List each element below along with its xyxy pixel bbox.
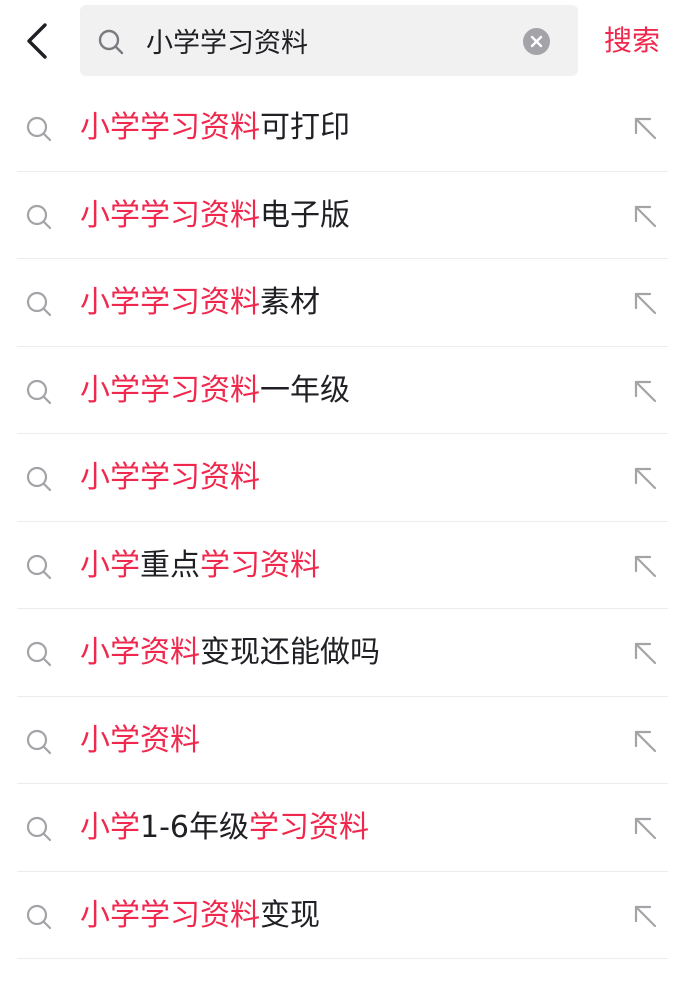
search-input[interactable] bbox=[146, 17, 506, 63]
arrow-up-left-icon bbox=[634, 555, 657, 577]
suggestion-suffix: 电子版 bbox=[260, 197, 350, 233]
suggestion-item[interactable]: 小学学习资料变现 bbox=[0, 872, 685, 960]
highlighted-keyword: 学习资料 bbox=[200, 547, 320, 583]
search-icon bbox=[26, 816, 52, 842]
search-icon bbox=[26, 729, 52, 754]
highlighted-keyword: 小学学习资料 bbox=[80, 897, 260, 933]
suggestion-list: 小学学习资料可打印 小学学习资料电子版 小学学习资料素材 小学学习资料一年级 小学学习资… bbox=[0, 84, 685, 959]
fill-query-button[interactable] bbox=[625, 285, 665, 321]
fill-query-button[interactable] bbox=[625, 373, 665, 409]
fill-query-button[interactable] bbox=[625, 198, 665, 234]
arrow-up-left-icon bbox=[634, 467, 657, 490]
suggestion-suffix: 1-6年级 bbox=[140, 810, 249, 845]
search-field[interactable] bbox=[80, 5, 578, 76]
suggestion-suffix: 素材 bbox=[260, 285, 320, 320]
search-header: 搜索 bbox=[0, 0, 685, 80]
arrow-up-left-icon bbox=[634, 642, 657, 665]
suggestion-item[interactable]: 小学资料 bbox=[0, 697, 685, 785]
suggestion-text: 小学学习资料可打印 bbox=[80, 106, 350, 150]
highlighted-keyword: 小学学习资料 bbox=[80, 110, 260, 145]
arrow-up-left-icon bbox=[634, 817, 657, 840]
search-icon bbox=[98, 29, 124, 55]
fill-query-button[interactable] bbox=[625, 723, 665, 759]
suggestion-text: 小学资料变现还能做吗 bbox=[80, 631, 380, 675]
search-icon bbox=[26, 379, 52, 404]
highlighted-keyword: 小学学习资料 bbox=[80, 197, 260, 233]
suggestion-text: 小学学习资料电子版 bbox=[80, 194, 350, 238]
highlighted-keyword: 小学学习资料 bbox=[80, 285, 260, 320]
fill-query-button[interactable] bbox=[625, 898, 665, 934]
suggestion-item[interactable]: 小学学习资料可打印 bbox=[0, 84, 685, 172]
suggestion-item[interactable]: 小学学习资料 bbox=[0, 434, 685, 522]
suggestion-text: 小学1-6年级学习资料 bbox=[80, 806, 369, 850]
arrow-up-left-icon bbox=[634, 292, 657, 315]
suggestion-suffix: 变现还能做吗 bbox=[200, 635, 380, 670]
fill-query-button[interactable] bbox=[625, 810, 665, 846]
arrow-up-left-icon bbox=[634, 117, 657, 140]
suggestion-suffix: 变现 bbox=[260, 897, 320, 933]
arrow-up-left-icon bbox=[634, 205, 657, 227]
suggestion-text: 小学学习资料 bbox=[80, 456, 260, 500]
fill-query-button[interactable] bbox=[625, 460, 665, 496]
highlighted-keyword: 小学资料 bbox=[80, 635, 200, 670]
clear-search-button[interactable] bbox=[523, 28, 550, 55]
arrow-up-left-icon bbox=[634, 905, 657, 927]
fill-query-button[interactable] bbox=[625, 110, 665, 146]
highlighted-keyword: 学习资料 bbox=[249, 810, 369, 845]
suggestion-item[interactable]: 小学资料变现还能做吗 bbox=[0, 609, 685, 697]
suggestion-suffix: 重点 bbox=[140, 547, 200, 583]
suggestion-text: 小学学习资料变现 bbox=[80, 894, 320, 938]
fill-query-button[interactable] bbox=[625, 548, 665, 584]
highlighted-keyword: 小学资料 bbox=[80, 722, 200, 758]
search-button[interactable]: 搜索 bbox=[604, 20, 660, 62]
back-button[interactable] bbox=[14, 16, 60, 66]
highlighted-keyword: 小学 bbox=[80, 547, 140, 583]
suggestion-text: 小学学习资料素材 bbox=[80, 281, 320, 325]
suggestion-text: 小学重点学习资料 bbox=[80, 544, 320, 588]
arrow-up-left-icon bbox=[634, 380, 657, 402]
highlighted-keyword: 小学学习资料 bbox=[80, 460, 260, 495]
suggestion-item[interactable]: 小学1-6年级学习资料 bbox=[0, 784, 685, 872]
highlighted-keyword: 小学 bbox=[80, 810, 140, 845]
suggestion-item[interactable]: 小学学习资料素材 bbox=[0, 259, 685, 347]
fill-query-button[interactable] bbox=[625, 635, 665, 671]
back-arrow-icon bbox=[27, 23, 47, 59]
suggestion-suffix: 一年级 bbox=[260, 372, 350, 408]
suggestion-item[interactable]: 小学学习资料电子版 bbox=[0, 172, 685, 260]
search-icon bbox=[26, 554, 52, 579]
suggestion-suffix: 可打印 bbox=[260, 110, 350, 145]
suggestion-item[interactable]: 小学学习资料一年级 bbox=[0, 347, 685, 435]
search-icon bbox=[26, 641, 52, 667]
search-icon bbox=[26, 291, 52, 317]
search-icon bbox=[26, 904, 52, 929]
suggestion-text: 小学学习资料一年级 bbox=[80, 369, 350, 413]
search-icon bbox=[26, 204, 52, 229]
suggestion-text: 小学资料 bbox=[80, 719, 200, 763]
search-icon bbox=[26, 116, 52, 142]
search-icon bbox=[26, 466, 52, 492]
arrow-up-left-icon bbox=[634, 730, 657, 752]
clear-icon bbox=[530, 35, 543, 48]
highlighted-keyword: 小学学习资料 bbox=[80, 372, 260, 408]
suggestion-item[interactable]: 小学重点学习资料 bbox=[0, 522, 685, 610]
